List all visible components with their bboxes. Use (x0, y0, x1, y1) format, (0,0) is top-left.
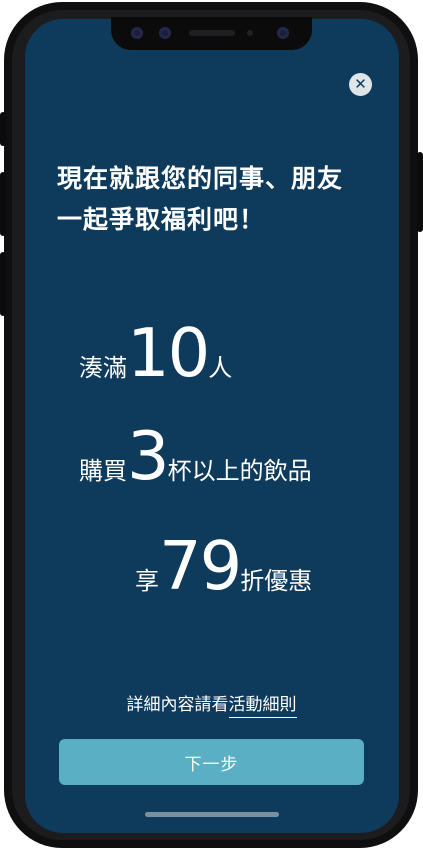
close-icon: ✕ (354, 75, 367, 93)
speaker (189, 30, 235, 36)
condition-prefix: 享 (135, 567, 159, 595)
condition-number: 79 (159, 527, 242, 605)
camera-icon (131, 27, 143, 39)
condition-cups: 購買3杯以上的飲品 (79, 423, 312, 490)
condition-suffix: 折優惠 (240, 567, 313, 595)
condition-suffix: 人 (208, 354, 233, 382)
condition-number: 10 (127, 314, 210, 392)
rules-line: 詳細內容請看活動細則 (0, 690, 423, 718)
camera-icon (277, 27, 289, 39)
headline-line-2: 一起爭取福利吧！ (57, 205, 266, 234)
sensor-dot (247, 30, 253, 36)
home-indicator[interactable] (145, 812, 279, 817)
condition-suffix: 杯以上的飲品 (167, 457, 312, 485)
close-button[interactable]: ✕ (349, 73, 372, 96)
rules-link[interactable]: 活動細則 (228, 695, 297, 718)
condition-people: 湊滿10人 (79, 320, 232, 387)
condition-prefix: 購買 (79, 457, 127, 485)
page-title: 現在就跟您的同事、朋友 一起爭取福利吧！ (57, 158, 377, 240)
rules-text: 詳細內容請看 (126, 695, 229, 715)
next-button[interactable]: 下一步 (59, 739, 364, 785)
camera-icon (159, 27, 171, 39)
condition-prefix: 湊滿 (79, 354, 127, 382)
condition-number: 3 (127, 417, 170, 495)
notch (111, 17, 312, 50)
side-button-silent (0, 112, 6, 146)
headline-line-1: 現在就跟您的同事、朋友 (57, 164, 344, 193)
side-button-power (417, 152, 423, 232)
side-button-volume-down (0, 252, 6, 316)
condition-discount: 享79折優惠 (135, 533, 312, 600)
side-button-volume-up (0, 172, 6, 236)
